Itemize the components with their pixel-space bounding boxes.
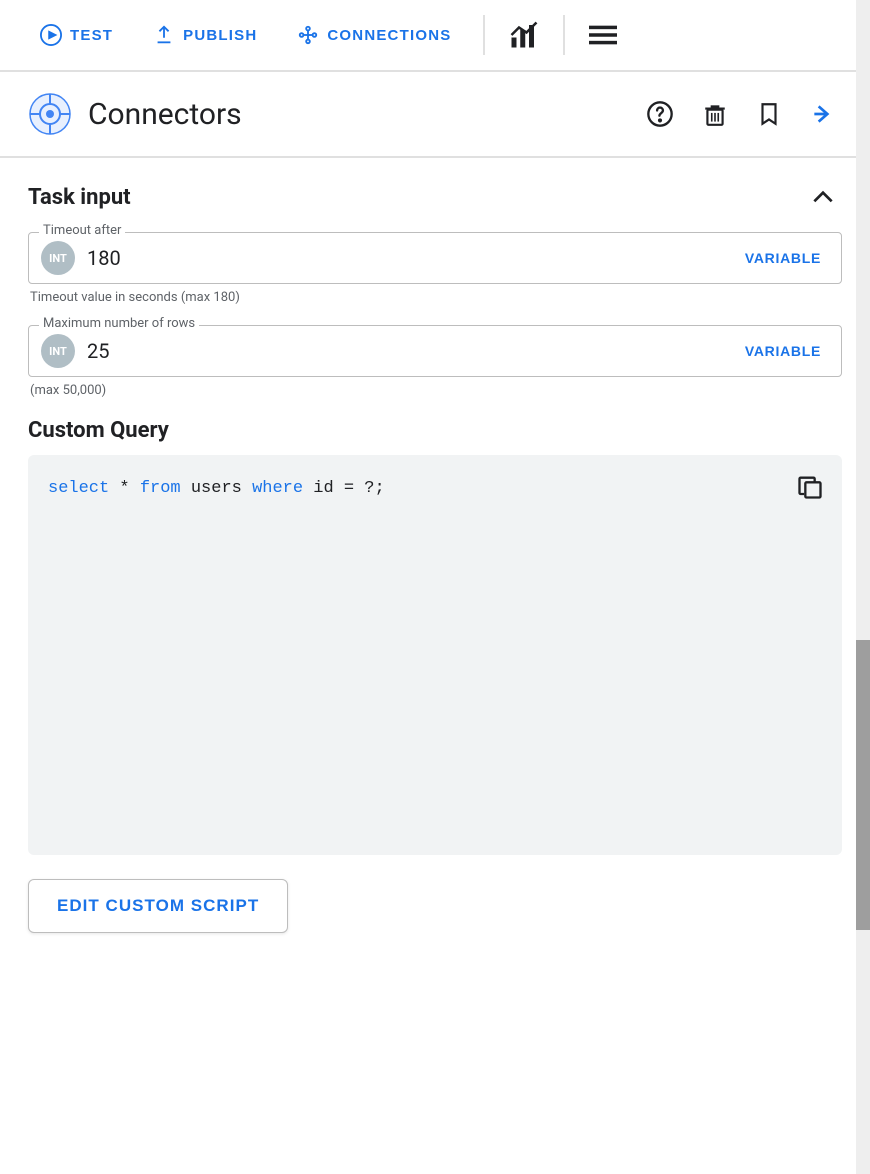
page-scrollbar-thumb[interactable] (856, 640, 870, 930)
timeout-int-badge: INT (41, 241, 75, 275)
edit-custom-script-button[interactable]: EDIT CUSTOM SCRIPT (28, 879, 288, 933)
section-header: Task input (28, 158, 842, 232)
play-icon (40, 24, 62, 46)
timeout-hint: Timeout value in seconds (max 180) (28, 290, 842, 305)
chevron-up-icon (810, 184, 836, 210)
trash-icon (702, 101, 728, 127)
timeout-field-group: Timeout after INT 180 VARIABLE Timeout v… (28, 232, 842, 305)
main-content: Task input Timeout after INT 180 VARIABL… (0, 158, 870, 961)
connector-icon (28, 92, 72, 136)
max-rows-label: Maximum number of rows (39, 316, 199, 331)
connections-button[interactable]: CONNECTIONS (281, 16, 467, 54)
timeout-field-wrapper: Timeout after INT 180 VARIABLE (28, 232, 842, 284)
expand-icon (810, 101, 836, 127)
custom-query-label: Custom Query (28, 418, 842, 443)
max-rows-field-row: INT 25 VARIABLE (41, 334, 829, 368)
code-keyword-where: where (252, 479, 303, 498)
publish-icon (153, 24, 175, 46)
timeout-value: 180 (87, 246, 737, 270)
menu-button[interactable] (581, 13, 625, 57)
bookmark-icon (756, 101, 782, 127)
nav-divider-2 (563, 15, 565, 55)
max-rows-variable-button[interactable]: VARIABLE (737, 339, 829, 363)
section-title: Task input (28, 185, 131, 210)
page-title: Connectors (88, 97, 640, 132)
delete-button[interactable] (696, 95, 734, 133)
collapse-button[interactable] (804, 178, 842, 216)
help-button[interactable] (640, 94, 680, 134)
custom-query-section: Custom Query select * from users where i… (28, 418, 842, 855)
code-keyword-from: from (140, 479, 181, 498)
analytics-icon (509, 20, 539, 50)
top-nav: TEST PUBLISH CONNECTIONS (0, 0, 870, 72)
copy-button[interactable] (790, 467, 830, 507)
expand-button[interactable] (804, 95, 842, 133)
max-rows-value: 25 (87, 339, 737, 363)
max-rows-int-badge: INT (41, 334, 75, 368)
page-header: Connectors (0, 72, 870, 158)
page-scrollbar (856, 0, 870, 1174)
max-rows-hint: (max 50,000) (28, 383, 842, 398)
copy-icon (796, 473, 824, 501)
test-button[interactable]: TEST (24, 16, 129, 54)
max-rows-field-wrapper: Maximum number of rows INT 25 VARIABLE (28, 325, 842, 377)
nav-divider (483, 15, 485, 55)
menu-icon (589, 21, 617, 49)
timeout-field-row: INT 180 VARIABLE (41, 241, 829, 275)
connections-label: CONNECTIONS (327, 27, 451, 44)
test-label: TEST (70, 27, 113, 44)
max-rows-field-group: Maximum number of rows INT 25 VARIABLE (… (28, 325, 842, 398)
publish-label: PUBLISH (183, 27, 257, 44)
bookmark-button[interactable] (750, 95, 788, 133)
header-actions (640, 94, 842, 134)
timeout-label: Timeout after (39, 223, 125, 238)
analytics-button[interactable] (501, 12, 547, 58)
code-block: select * from users where id = ?; (28, 455, 842, 855)
publish-button[interactable]: PUBLISH (137, 16, 273, 54)
connections-icon (297, 24, 319, 46)
code-content: select * from users where id = ?; (48, 475, 822, 502)
code-keyword-select: select (48, 479, 109, 498)
help-icon (646, 100, 674, 128)
timeout-variable-button[interactable]: VARIABLE (737, 246, 829, 270)
